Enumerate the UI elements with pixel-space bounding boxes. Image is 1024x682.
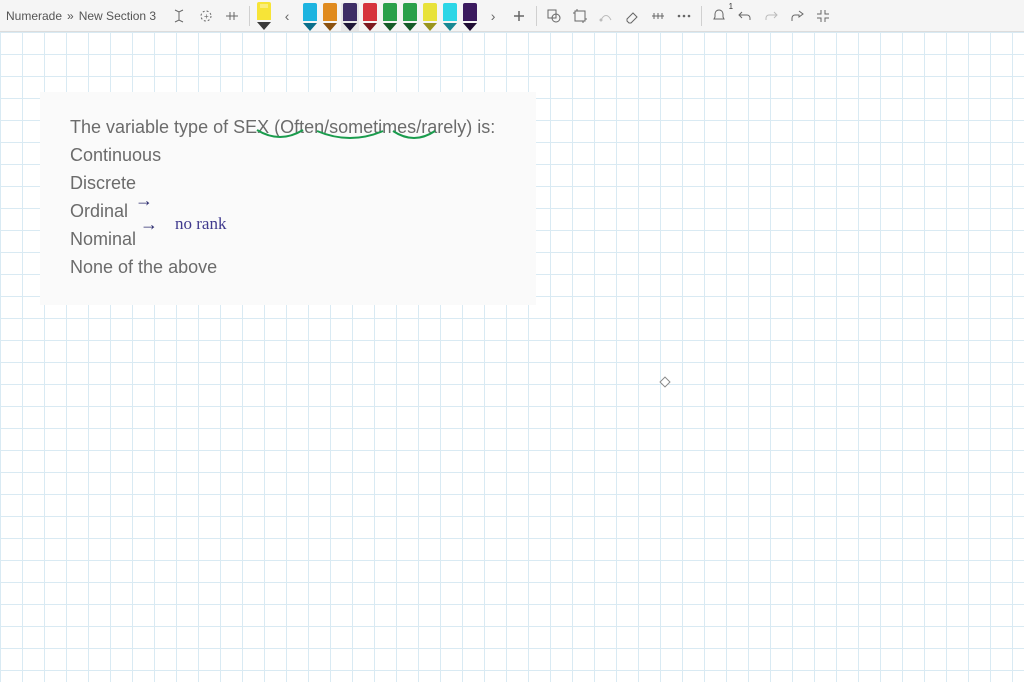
pen-red[interactable]: [361, 3, 379, 31]
breadcrumb-root[interactable]: Numerade: [6, 9, 62, 23]
question-card: The variable type of SEX (Often/sometime…: [40, 92, 536, 305]
pen-prev-button[interactable]: ‹: [275, 4, 299, 28]
prompt-post: ) is:: [466, 117, 495, 137]
separator: [701, 6, 702, 26]
shape-icon[interactable]: [542, 4, 566, 28]
pen-cyan[interactable]: [441, 3, 459, 31]
canvas-grid[interactable]: The variable type of SEX (Often/sometime…: [0, 32, 1024, 682]
pen-purple-selected[interactable]: [341, 3, 359, 31]
pen-green-2[interactable]: [401, 3, 419, 31]
pen-palette: [301, 0, 479, 32]
crop-icon[interactable]: [568, 4, 592, 28]
fullscreen-collapse-icon[interactable]: [811, 4, 835, 28]
cursor-diamond-icon: [659, 376, 670, 387]
breadcrumb-sep: »: [67, 9, 74, 23]
breadcrumb: Numerade » New Section 3: [6, 9, 166, 23]
separator: [536, 6, 537, 26]
ruler-icon[interactable]: [646, 4, 670, 28]
prompt-pre: The variable type of SEX (: [70, 117, 280, 137]
pen-blue[interactable]: [301, 3, 319, 31]
pen-next-button[interactable]: ›: [481, 4, 505, 28]
undo-icon[interactable]: [733, 4, 757, 28]
pen-dark-purple[interactable]: [461, 3, 479, 31]
pen-yellow-2[interactable]: [421, 3, 439, 31]
prompt-rarely: rarely: [421, 117, 466, 137]
notification-badge: 1: [729, 2, 733, 11]
pen-yellow-highlighter[interactable]: [255, 2, 273, 30]
ink-to-shape-icon[interactable]: [594, 4, 618, 28]
choice-nominal: Nominal: [70, 226, 506, 252]
choice-none: None of the above: [70, 254, 506, 280]
text-cursor-icon[interactable]: [168, 4, 192, 28]
choice-ordinal: Ordinal: [70, 198, 506, 224]
eraser-icon[interactable]: [620, 4, 644, 28]
prompt-often: Often: [280, 117, 324, 137]
notifications-icon[interactable]: 1: [707, 4, 731, 28]
share-icon[interactable]: [785, 4, 809, 28]
choice-discrete: Discrete: [70, 170, 506, 196]
redo-icon[interactable]: [759, 4, 783, 28]
top-toolbar: Numerade » New Section 3 + ‹ ›: [0, 0, 1024, 32]
insert-space-icon[interactable]: [220, 4, 244, 28]
pen-green-1[interactable]: [381, 3, 399, 31]
svg-text:+: +: [204, 12, 209, 21]
add-pen-icon[interactable]: [507, 4, 531, 28]
lasso-icon[interactable]: +: [194, 4, 218, 28]
more-icon[interactable]: [672, 4, 696, 28]
prompt-sometimes: sometimes: [329, 117, 416, 137]
separator: [249, 6, 250, 26]
choice-continuous: Continuous: [70, 142, 506, 168]
pen-orange[interactable]: [321, 3, 339, 31]
breadcrumb-current[interactable]: New Section 3: [79, 9, 156, 23]
question-prompt: The variable type of SEX (Often/sometime…: [70, 114, 506, 140]
